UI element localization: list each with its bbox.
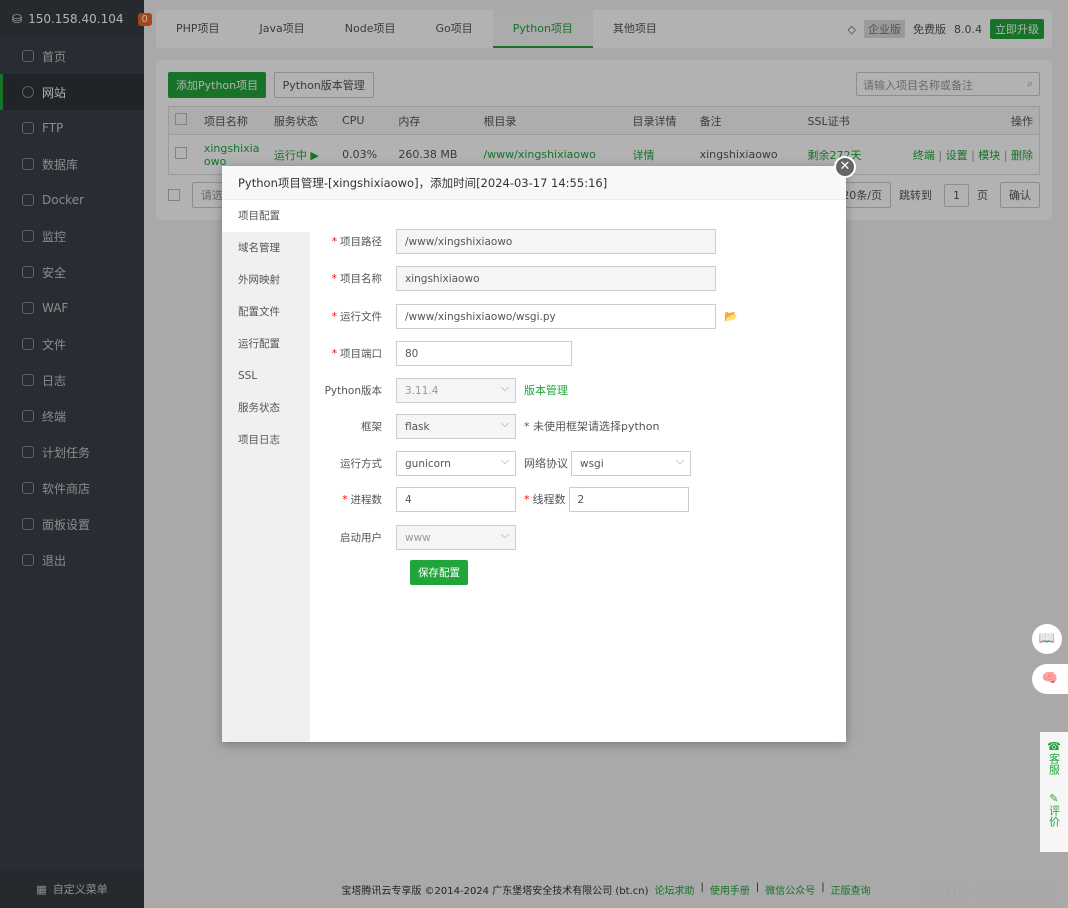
service-label: 客服 bbox=[1047, 753, 1061, 775]
modal-nav-item-5[interactable]: SSL bbox=[222, 360, 310, 392]
modal-nav-item-0[interactable]: 项目配置 bbox=[222, 200, 310, 232]
framework-hint: * 未使用框架请选择python bbox=[524, 420, 660, 433]
threads-input[interactable]: 2 bbox=[568, 486, 689, 512]
customer-service-button[interactable]: ☎ 客服 bbox=[1040, 740, 1068, 778]
run-file-input[interactable]: /www/xingshixiaowo/wsgi.py bbox=[396, 303, 716, 329]
path-label: 项目路径 bbox=[340, 235, 382, 248]
modal-nav-item-3[interactable]: 配置文件 bbox=[222, 296, 310, 328]
review-label: 评价 bbox=[1047, 805, 1061, 827]
modal-nav-item-6[interactable]: 服务状态 bbox=[222, 392, 310, 424]
review-button[interactable]: ✎ 评价 bbox=[1040, 792, 1068, 830]
user-label: 启动用户 bbox=[340, 531, 382, 544]
version-manage-link[interactable]: 版本管理 bbox=[524, 382, 568, 398]
run-mode-label: 运行方式 bbox=[340, 457, 382, 470]
python-version-select[interactable]: 3.11.4 bbox=[396, 376, 516, 403]
save-config-button[interactable]: 保存配置 bbox=[410, 560, 468, 585]
processes-input[interactable]: 4 bbox=[396, 486, 516, 512]
run-user-select[interactable]: www bbox=[396, 523, 516, 550]
modal-nav-item-7[interactable]: 项目日志 bbox=[222, 424, 310, 456]
modal-title: Python项目管理-[xingshixiaowo]，添加时间[2024-03-… bbox=[222, 166, 846, 200]
modal-nav-item-4[interactable]: 运行配置 bbox=[222, 328, 310, 360]
project-name-input[interactable]: xingshixiaowo bbox=[396, 265, 716, 291]
book-icon[interactable]: 📖 bbox=[1032, 624, 1062, 654]
run-mode-select[interactable]: gunicorn bbox=[396, 449, 516, 476]
close-icon[interactable]: ✕ bbox=[834, 156, 856, 178]
project-path-input[interactable]: /www/xingshixiaowo bbox=[396, 228, 716, 254]
pyver-label: Python版本 bbox=[324, 384, 382, 397]
project-config-form: * 项目路径/www/xingshixiaowo * 项目名称 xingshixiao… bbox=[310, 200, 846, 742]
modal-nav: 项目配置 域名管理 外网映射 配置文件 运行配置 SSL 服务状态 项目日志 bbox=[222, 200, 310, 742]
run-file-label: 运行文件 bbox=[340, 310, 382, 323]
modal-nav-item-2[interactable]: 外网映射 bbox=[222, 264, 310, 296]
side-service-panel: ☎ 客服 ✎ 评价 bbox=[1040, 732, 1068, 852]
threads-label: 线程数 bbox=[532, 493, 566, 506]
protocol-label: 网络协议 bbox=[524, 457, 568, 470]
procs-label: 进程数 bbox=[350, 493, 383, 506]
framework-select[interactable]: flask bbox=[396, 412, 516, 439]
protocol-select[interactable]: wsgi bbox=[571, 449, 691, 476]
modal-nav-item-1[interactable]: 域名管理 bbox=[222, 232, 310, 264]
python-project-modal: Python项目管理-[xingshixiaowo]，添加时间[2024-03-… bbox=[222, 156, 856, 742]
ai-brain-icon[interactable]: 🧠 bbox=[1032, 664, 1068, 694]
folder-icon[interactable]: 📂 bbox=[724, 310, 738, 323]
framework-label: 框架 bbox=[361, 420, 382, 433]
port-input[interactable]: 80 bbox=[396, 340, 572, 366]
name-label: 项目名称 bbox=[340, 272, 382, 285]
port-label: 项目端口 bbox=[340, 347, 382, 360]
